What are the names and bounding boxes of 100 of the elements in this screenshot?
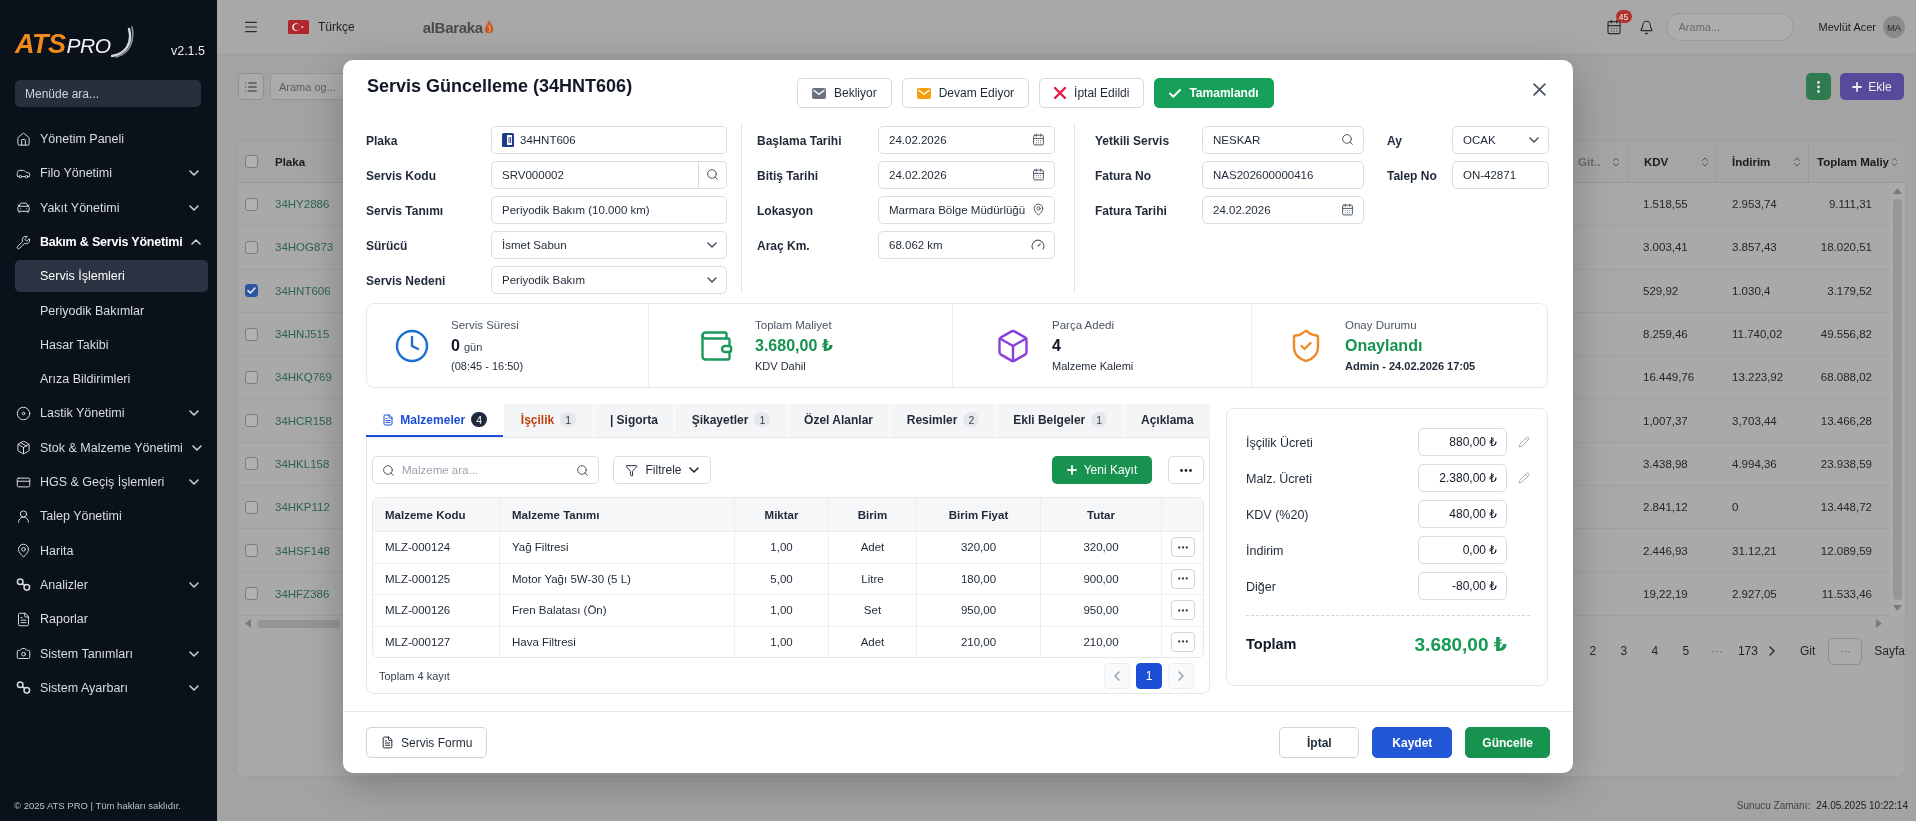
row-menu-button[interactable] [1170, 568, 1195, 589]
row-menu-button[interactable] [1170, 537, 1195, 558]
menu-icon[interactable] [243, 19, 259, 35]
location-field[interactable]: Marmara Bölge Müdürlüğü [878, 195, 1055, 224]
checkbox[interactable] [244, 284, 258, 298]
previous-page-button[interactable] [1104, 662, 1130, 689]
list-view-button[interactable] [238, 73, 264, 100]
sidebar-item[interactable]: Analizler [15, 567, 208, 603]
checkbox[interactable] [244, 414, 258, 428]
filter-button[interactable]: Filtrele [613, 456, 711, 484]
close-button[interactable] [1533, 83, 1546, 96]
save-button[interactable]: Kaydet [1372, 727, 1453, 758]
add-button[interactable]: Ekle [1840, 73, 1904, 100]
page-button[interactable]: 1 [1136, 662, 1162, 689]
next-page-button[interactable] [1168, 662, 1194, 689]
sidebar-subitem[interactable]: Periyodik Bakımlar [15, 294, 208, 327]
sidebar-item[interactable]: Harita [15, 533, 208, 568]
scroll-left-icon[interactable] [245, 619, 251, 628]
more-button[interactable] [1806, 73, 1831, 100]
search-icon[interactable] [1341, 133, 1354, 146]
checkbox[interactable] [244, 327, 258, 341]
date-field[interactable]: 24.02.2026 [1202, 195, 1364, 224]
sidebar-item[interactable]: Raporlar [15, 602, 208, 637]
checkbox[interactable] [244, 587, 258, 601]
pencil-icon[interactable] [1518, 472, 1530, 484]
more-button[interactable] [1168, 456, 1204, 484]
scroll-up-icon[interactable] [1893, 188, 1902, 194]
tab[interactable]: Açıklama [1124, 404, 1211, 437]
search-icon[interactable] [576, 463, 589, 477]
page-input[interactable]: ··· [1828, 637, 1863, 665]
language-label[interactable]: Türkçe [318, 20, 355, 34]
row-menu-button[interactable] [1170, 600, 1195, 621]
checkbox[interactable] [244, 457, 258, 471]
sidebar-subitem[interactable]: Arıza Bildirimleri [15, 363, 208, 396]
search-button[interactable] [698, 161, 726, 188]
sidebar-item[interactable]: Stok & Malzeme Yönetimi [15, 430, 208, 465]
tab[interactable]: Resimler 2 [890, 404, 996, 437]
checkbox[interactable] [244, 544, 258, 557]
sort-icon[interactable] [1791, 155, 1803, 168]
page-button[interactable]: 173 [1733, 637, 1762, 665]
calendar-icon[interactable] [1032, 168, 1045, 181]
pencil-icon[interactable] [1518, 436, 1530, 448]
service-form-button[interactable]: Servis Formu [366, 727, 488, 758]
search-field[interactable]: Arama... [1665, 13, 1794, 41]
page-button[interactable]: 5 [1671, 637, 1700, 665]
sidebar-subitem[interactable]: Hasar Takibi [15, 328, 208, 361]
lookup-field[interactable]: SRV000002 [491, 160, 727, 189]
checkbox[interactable] [244, 500, 258, 514]
select-field[interactable]: Periyodik Bakım [491, 265, 727, 294]
update-button[interactable]: Güncelle [1465, 727, 1550, 758]
odometer-field[interactable]: 68.062 km [878, 230, 1055, 259]
row-menu-button[interactable] [1170, 631, 1195, 652]
tab[interactable]: Ekli Belgeler 1 [996, 404, 1124, 437]
search-field[interactable]: Arama og... [270, 73, 343, 100]
sidebar-item[interactable]: Yakıt Yönetimi [15, 190, 208, 225]
date-field[interactable]: 24.02.2026 [878, 160, 1055, 189]
scrollbar-thumb[interactable] [257, 619, 340, 628]
amount-field[interactable]: 2.380,00 ₺ [1418, 464, 1507, 492]
search-field[interactable]: NESKAR [1202, 125, 1364, 154]
sort-icon[interactable] [1699, 155, 1711, 168]
calendar-icon[interactable] [1605, 19, 1622, 35]
sidebar-item[interactable]: Sistem Tanımları [15, 636, 208, 671]
checkbox[interactable] [244, 240, 258, 254]
text-field[interactable]: ON-42871 [1452, 160, 1549, 189]
menu-search-field[interactable]: Menüde ara... [15, 80, 201, 107]
scroll-down-icon[interactable] [1893, 605, 1902, 611]
amount-field[interactable]: 0,00 ₺ [1418, 536, 1507, 564]
page-button[interactable]: 4 [1640, 637, 1669, 665]
next-page-icon[interactable] [1768, 646, 1775, 656]
new-record-button[interactable]: Yeni Kayıt [1052, 456, 1152, 484]
tab[interactable]: | Sigorta [593, 404, 675, 437]
checkbox[interactable] [244, 197, 258, 211]
text-field[interactable]: NAS202600000416 [1202, 160, 1364, 189]
sort-icon[interactable] [1610, 155, 1622, 168]
date-field[interactable]: 24.02.2026 [878, 125, 1055, 154]
scroll-right-icon[interactable] [1876, 619, 1882, 628]
sidebar-item[interactable]: Bakım & Servis Yönetimi [15, 224, 208, 260]
cancel-button[interactable]: İptal [1279, 727, 1360, 758]
calendar-icon[interactable] [1341, 203, 1354, 216]
sidebar-item[interactable]: Sistem Ayarbarı [15, 670, 208, 705]
user-avatar[interactable]: MA [1883, 16, 1905, 38]
checkbox[interactable] [244, 370, 258, 384]
status-button[interactable]: Devam Ediyor [901, 78, 1030, 108]
status-button[interactable]: İptal Edildi [1039, 78, 1145, 108]
text-field[interactable]: Periyodik Bakım (10.000 km) [491, 195, 727, 224]
sidebar-item[interactable]: Filo Yönetimi [15, 156, 208, 191]
tab[interactable]: İşçilik 1 [504, 404, 593, 437]
sidebar-item[interactable]: Talep Yönetimi [15, 499, 208, 534]
checkbox[interactable] [244, 155, 258, 168]
select-field[interactable]: OCAK [1452, 125, 1549, 154]
amount-field[interactable]: -80,00 ₺ [1418, 572, 1507, 600]
tab[interactable]: Şikayetler 1 [675, 404, 787, 437]
bell-icon[interactable] [1638, 19, 1654, 35]
amount-field[interactable]: 480,00 ₺ [1418, 500, 1507, 528]
plate-field[interactable]: 34HNT606 [491, 125, 727, 154]
select-field[interactable]: İsmet Sabun [491, 230, 727, 259]
page-button[interactable]: 2 [1578, 637, 1607, 665]
calendar-icon[interactable] [1032, 133, 1045, 146]
sidebar-item[interactable]: HGS & Geçiş İşlemleri [15, 464, 208, 500]
sidebar-item[interactable]: Lastik Yönetimi [15, 396, 208, 431]
